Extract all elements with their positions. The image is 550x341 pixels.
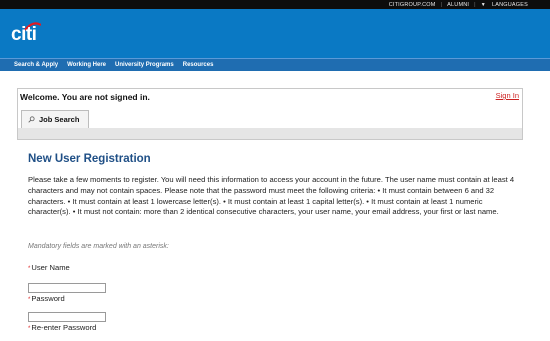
citi-logo[interactable]: citi <box>11 24 37 46</box>
password-input[interactable] <box>28 312 106 322</box>
header-banner <box>0 9 550 58</box>
sign-in-link[interactable]: Sign In <box>496 91 519 100</box>
required-marker: * <box>28 326 31 332</box>
nav-item-search-apply[interactable]: Search & Apply <box>14 62 58 68</box>
alumni-link[interactable]: ALUMNI <box>447 2 469 8</box>
registration-instructions: Please take a few moments to register. Y… <box>28 175 515 217</box>
tab-label: Job Search <box>39 115 80 124</box>
caret-down-icon: ▼ <box>480 1 486 8</box>
user-name-label: *User Name <box>28 263 70 272</box>
mandatory-note: Mandatory fields are marked with an aste… <box>28 243 169 250</box>
search-icon <box>28 116 35 123</box>
password-label: *Password <box>28 294 65 303</box>
tab-strip <box>18 128 522 139</box>
re-enter-password-label: *Re-enter Password <box>28 323 97 332</box>
main-nav: Search & Apply Working Here University P… <box>14 59 213 71</box>
page-title: New User Registration <box>28 153 151 165</box>
tab-job-search[interactable]: Job Search <box>21 110 89 128</box>
required-marker: * <box>28 266 31 272</box>
citigroup-link[interactable]: CITIGROUP.COM <box>389 2 436 8</box>
nav-item-university-programs[interactable]: University Programs <box>115 62 174 68</box>
separator: | <box>440 1 443 8</box>
utility-links: CITIGROUP.COM | ALUMNI | ▼ LANGUAGES <box>389 0 528 9</box>
required-marker: * <box>28 297 31 303</box>
nav-item-working-here[interactable]: Working Here <box>67 62 106 68</box>
separator: | <box>474 1 476 8</box>
languages-link[interactable]: LANGUAGES <box>492 2 528 8</box>
welcome-message: Welcome. You are not signed in. <box>20 92 150 102</box>
nav-item-resources[interactable]: Resources <box>183 62 214 68</box>
user-name-input[interactable] <box>28 283 106 293</box>
